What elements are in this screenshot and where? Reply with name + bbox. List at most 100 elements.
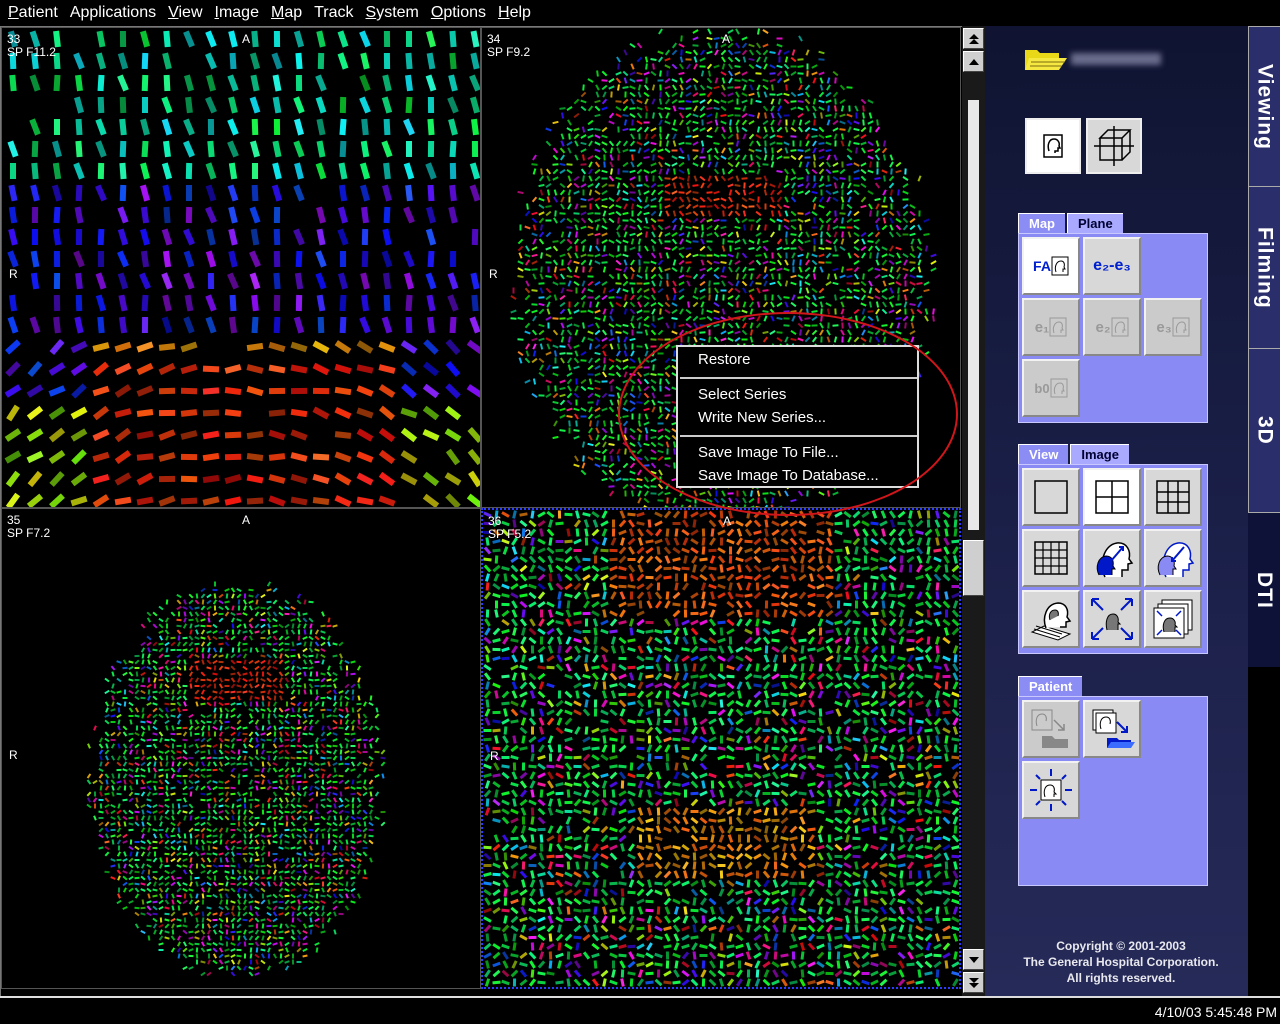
layout-3x3-button[interactable] <box>1144 468 1202 526</box>
tab-plane[interactable]: Plane <box>1067 213 1123 233</box>
anterior-marker: A <box>242 513 251 527</box>
right-marker: R <box>9 267 18 281</box>
scroll-up-button[interactable] <box>963 51 984 72</box>
slice-position-label: SP F11.2 <box>7 45 56 59</box>
e2-map-button[interactable]: e₂ <box>1083 298 1141 356</box>
tab-dti[interactable]: DTI <box>1248 512 1280 667</box>
multi-plane-mode-button[interactable] <box>1086 118 1142 174</box>
right-marker: R <box>489 267 498 281</box>
tab-map[interactable]: Map <box>1018 213 1065 233</box>
four-pane-icon <box>1095 480 1129 514</box>
image-number-label: 34 <box>487 32 501 46</box>
menu-track[interactable]: Track <box>308 1 359 25</box>
head-arrow-up-icon <box>1096 542 1134 578</box>
copyright-notice: Copyright © 2001-2003 The General Hospit… <box>1023 939 1219 985</box>
single-pane-icon <box>1034 480 1068 514</box>
head-icon <box>1051 256 1069 276</box>
fa-map-button[interactable]: FA <box>1022 237 1080 295</box>
scroll-thumb[interactable] <box>963 540 984 596</box>
up-arrow-icon <box>968 58 979 65</box>
menu-patient[interactable]: Patient <box>2 1 64 25</box>
menu-map[interactable]: Map <box>265 1 308 25</box>
menu-options[interactable]: Options <box>425 1 492 25</box>
menu-separator <box>680 435 917 437</box>
view-image-group: View Image <box>1018 444 1208 654</box>
e2-e3-map-button[interactable]: e₂-e₃ <box>1083 237 1141 295</box>
nine-pane-icon <box>1156 480 1190 514</box>
menu-applications[interactable]: Applications <box>64 1 162 25</box>
patient-name-redacted <box>1071 53 1161 65</box>
e1-map-button[interactable]: e₁ <box>1022 298 1080 356</box>
menu-item-write-new-series[interactable]: Write New Series... <box>698 409 826 426</box>
image-number-label: 36 <box>488 514 502 528</box>
right-marker: R <box>490 749 499 763</box>
menu-view[interactable]: View <box>162 1 208 25</box>
anonymize-button[interactable] <box>1022 761 1080 819</box>
cube-planes-icon <box>1094 126 1134 166</box>
tab-view[interactable]: View <box>1018 444 1069 464</box>
head-icon <box>1111 317 1128 337</box>
image-number-label: 33 <box>7 32 21 46</box>
menu-item-save-image-to-database[interactable]: Save Image To Database... <box>698 467 879 484</box>
anterior-marker: A <box>242 32 251 46</box>
patient-folder-icon[interactable] <box>1025 48 1067 72</box>
head-icon <box>1172 317 1190 337</box>
layout-2x2-button[interactable] <box>1083 468 1141 526</box>
scroll-first-button[interactable] <box>963 28 984 49</box>
anterior-marker: A <box>722 32 731 46</box>
double-down-arrow-icon <box>968 977 979 988</box>
previous-image-button[interactable] <box>1083 529 1141 587</box>
tab-patient[interactable]: Patient <box>1018 676 1083 696</box>
slice-position-label: SP F9.2 <box>487 45 531 59</box>
save-series-button[interactable] <box>1083 700 1141 758</box>
viewport-bottom-right[interactable]: 36 SP F5.2 A R <box>481 508 961 989</box>
tab-filming[interactable]: Filming <box>1248 186 1280 348</box>
save-to-folder-icon <box>1092 709 1135 748</box>
head-arrow-down-icon <box>1157 542 1195 578</box>
sixteen-pane-icon <box>1034 541 1068 575</box>
load-series-button[interactable] <box>1022 700 1080 758</box>
image-stack-button[interactable] <box>1022 590 1080 648</box>
viewport-top-left[interactable]: 33 SP F11.2 A R <box>1 27 481 508</box>
single-image-mode-button[interactable] <box>1025 118 1081 174</box>
head-stack-icon <box>1030 602 1072 641</box>
right-marker: R <box>9 748 18 762</box>
menu-item-save-image-to-file[interactable]: Save Image To File... <box>698 444 839 461</box>
cine-stack-button[interactable] <box>1144 590 1202 648</box>
scroll-down-button[interactable] <box>963 949 984 970</box>
head-burst-icon <box>1030 769 1072 811</box>
dti-glyph-image <box>483 510 959 987</box>
tab-3d[interactable]: 3D <box>1248 348 1280 512</box>
tab-image[interactable]: Image <box>1070 444 1129 464</box>
head-icon <box>1043 134 1063 158</box>
dti-control-panel: Map Plane FA e₂-e₃ e₁ e₂ e₃ b0 View Imag… <box>985 26 1248 996</box>
layout-4x4-button[interactable] <box>1022 529 1080 587</box>
menu-system[interactable]: System <box>360 1 425 25</box>
slice-position-label: SP F5.2 <box>488 527 532 541</box>
context-menu: Restore Select Series Write New Series..… <box>676 345 919 488</box>
image-scrollbar[interactable] <box>962 26 985 996</box>
status-bar: 4/10/03 5:45:48 PM <box>0 996 1280 1024</box>
menu-item-select-series[interactable]: Select Series <box>698 386 786 403</box>
menu-image[interactable]: Image <box>209 1 265 25</box>
map-plane-group: Map Plane FA e₂-e₃ e₁ e₂ e₃ b0 <box>1018 213 1208 423</box>
layout-1x1-button[interactable] <box>1022 468 1080 526</box>
down-arrow-icon <box>968 956 979 963</box>
mode-tab-strip: Viewing Filming 3D DTI <box>1248 26 1280 996</box>
head-icon <box>1050 378 1068 398</box>
scroll-last-button[interactable] <box>963 972 984 993</box>
zoom-fit-button[interactable] <box>1083 590 1141 648</box>
viewport-grid: 33 SP F11.2 A R 34 SP F9.2 A R 35 SP F7.… <box>0 26 962 996</box>
viewport-bottom-left[interactable]: 35 SP F7.2 A R <box>1 508 481 989</box>
tab-viewing[interactable]: Viewing <box>1248 26 1280 186</box>
dti-glyph-image <box>4 30 480 507</box>
menu-bar: Patient Applications View Image Map Trac… <box>0 0 1280 26</box>
scroll-track[interactable] <box>968 100 979 530</box>
menu-separator <box>680 377 917 379</box>
e3-map-button[interactable]: e₃ <box>1144 298 1202 356</box>
menu-item-restore[interactable]: Restore <box>698 351 751 368</box>
menu-help[interactable]: Help <box>492 1 537 25</box>
next-image-button[interactable] <box>1144 529 1202 587</box>
b0-map-button[interactable]: b0 <box>1022 359 1080 417</box>
image-frames-icon <box>1153 599 1193 639</box>
